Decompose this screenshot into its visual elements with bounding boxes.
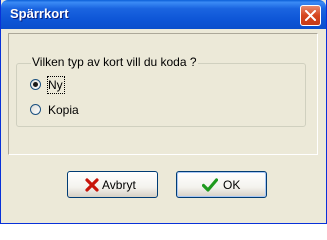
radio-label-kopia[interactable]: Kopia bbox=[48, 102, 79, 118]
radio-button-kopia[interactable] bbox=[30, 104, 41, 115]
ok-button-label: OK bbox=[223, 178, 241, 192]
cancel-button[interactable]: Avbryt bbox=[67, 171, 158, 198]
title-bar[interactable]: Spärrkort bbox=[1, 0, 326, 29]
ok-button[interactable]: OK bbox=[176, 171, 267, 198]
cancel-button-label: Avbryt bbox=[102, 178, 136, 192]
card-type-question: Vilken typ av kort vill du koda ? bbox=[31, 55, 198, 69]
radio-option-kopia[interactable]: Kopia bbox=[30, 102, 100, 118]
window-title: Spärrkort bbox=[10, 6, 69, 21]
close-icon bbox=[305, 10, 316, 21]
radio-button-ny[interactable] bbox=[30, 79, 41, 90]
radio-label-ny[interactable]: Ny bbox=[47, 76, 65, 94]
radio-option-ny[interactable]: Ny bbox=[30, 76, 70, 94]
dialog-window: Spärrkort Vilken typ av kort vill du kod… bbox=[0, 0, 327, 224]
close-button[interactable] bbox=[300, 5, 321, 26]
red-x-icon bbox=[85, 178, 99, 195]
green-check-icon bbox=[201, 178, 219, 195]
dialog-client-area: Vilken typ av kort vill du koda ? Ny Kop… bbox=[4, 29, 323, 221]
